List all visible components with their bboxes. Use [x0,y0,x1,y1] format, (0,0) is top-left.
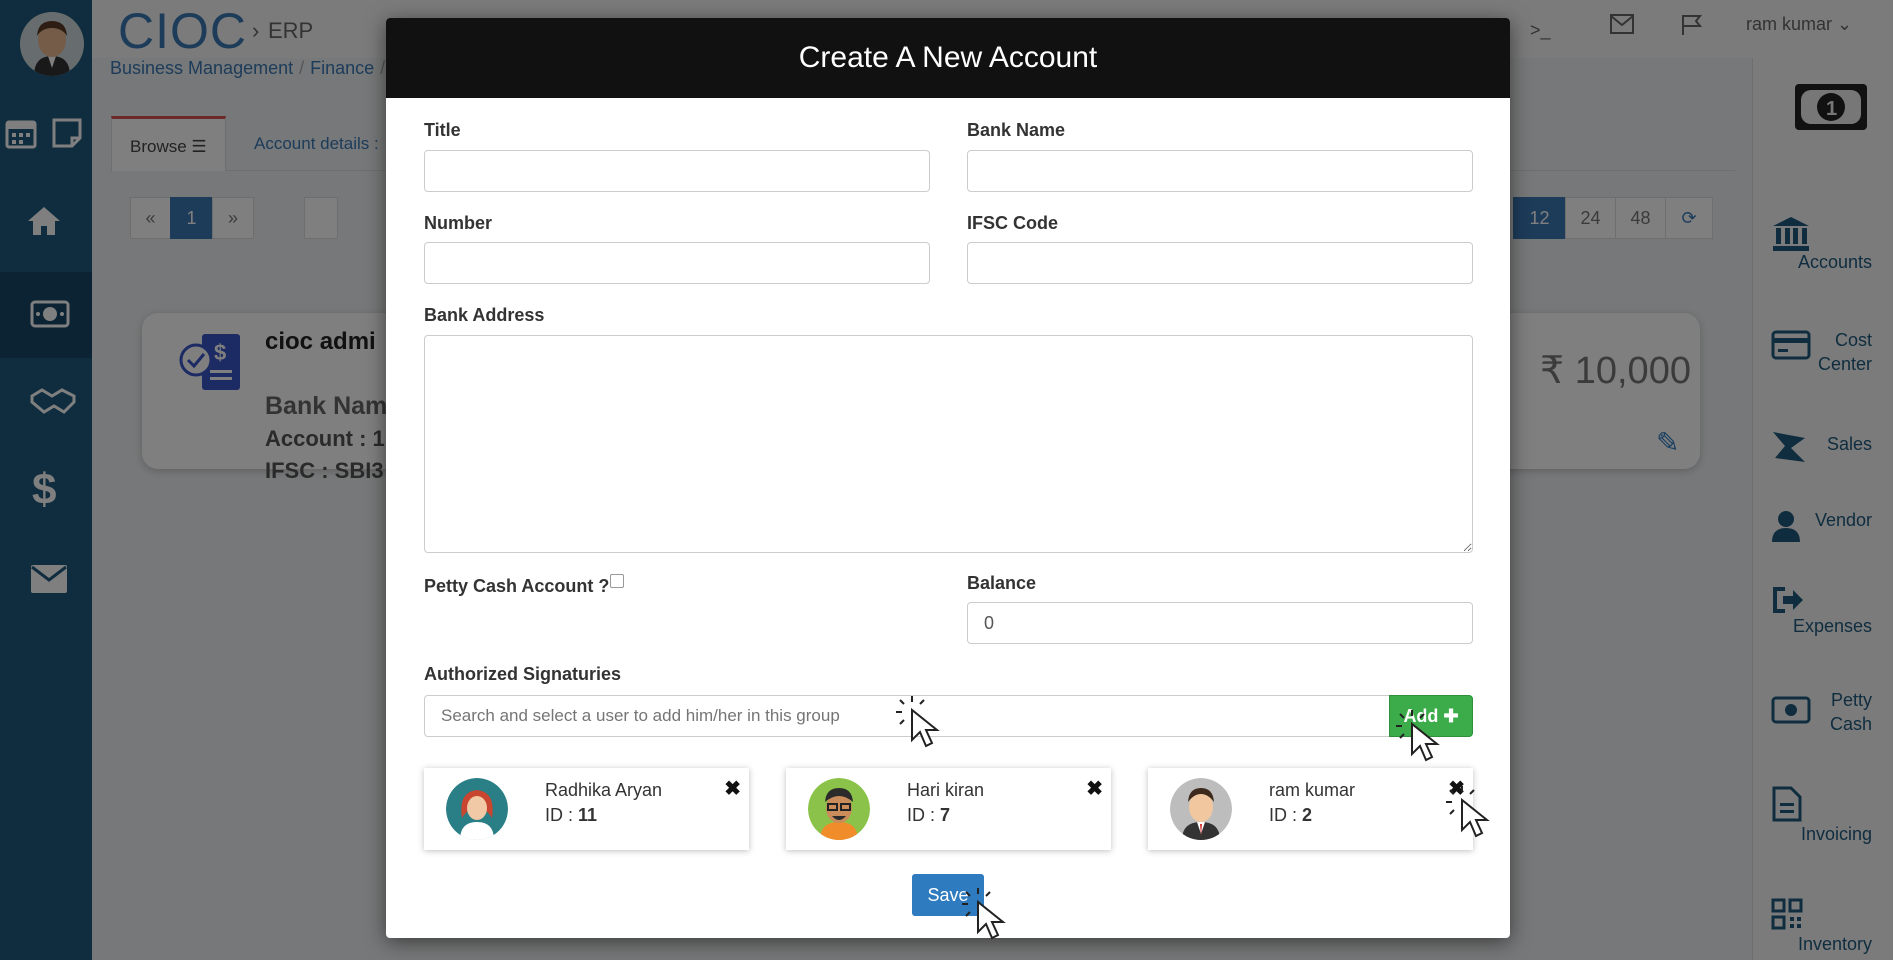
signatory-id: ID : 2 [1269,805,1313,825]
signatory-name: Radhika Aryan [545,780,663,800]
modal-title: Create A New Account [386,18,1510,98]
signatory-avatar [1170,778,1232,840]
number-label: Number [424,213,493,233]
remove-signatory-icon[interactable]: ✖ [724,776,741,801]
ifsc-label: IFSC Code [967,213,1059,233]
signatory-avatar [446,778,508,840]
bank-name-input[interactable] [967,150,1473,192]
signatory-avatar [808,778,870,840]
signatory-card: ram kumar ID : 2 ✖ [1148,768,1473,850]
petty-cash-label: Petty Cash Account ? [424,576,610,596]
balance-label: Balance [967,573,1037,593]
remove-signatory-icon[interactable]: ✖ [1086,776,1103,801]
click-cursor-icon [896,696,940,748]
click-cursor-icon [962,888,1006,940]
bank-address-textarea[interactable] [424,335,1473,553]
click-cursor-icon [1396,710,1440,762]
petty-cash-checkbox[interactable] [610,574,624,588]
create-account-modal: Create A New Account Title Bank Name Num… [386,18,1510,938]
title-label: Title [424,120,461,140]
signatory-card: Radhika Aryan ID : 11 ✖ [424,768,749,850]
signatory-name: ram kumar [1269,780,1356,800]
number-input[interactable] [424,242,930,284]
title-input[interactable] [424,150,930,192]
bank-name-label: Bank Name [967,120,1066,140]
signatory-card: Hari kiran ID : 7 ✖ [786,768,1111,850]
signatory-id: ID : 7 [907,805,951,825]
signatory-id: ID : 11 [545,805,598,825]
authorized-signatories-label: Authorized Signaturies [424,664,622,684]
balance-input[interactable] [967,602,1473,644]
ifsc-input[interactable] [967,242,1473,284]
bank-address-label: Bank Address [424,305,545,325]
click-cursor-icon [1446,786,1490,838]
signatory-name: Hari kiran [907,780,985,800]
